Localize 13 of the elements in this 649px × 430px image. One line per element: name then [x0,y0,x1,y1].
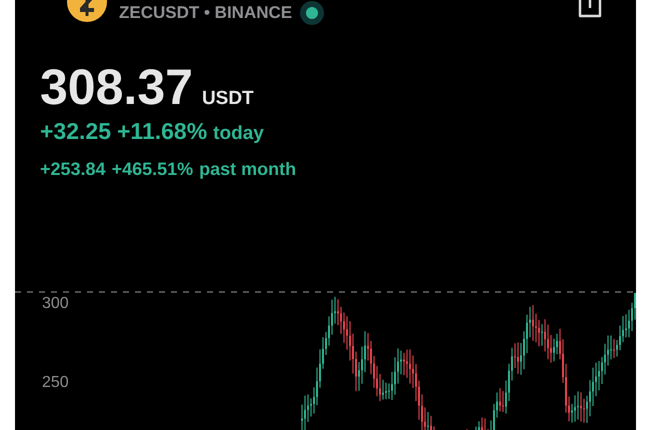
price-unit: USDT [202,88,254,110]
change-amount: +32.25 [40,118,111,145]
change-period: today [213,123,264,145]
share-icon[interactable] [577,0,603,18]
change-amount: +253.84 [40,159,106,180]
market-symbol: ZECUSDT • BINANCE [119,3,292,23]
price-value: 308.37 [40,58,193,116]
change-period: past month [199,159,296,180]
axis-label: 250 [42,374,69,392]
change-percent: +465.51% [112,159,194,180]
axis-label: 300 [42,295,69,313]
status-dot-icon [300,1,324,25]
change-percent: +11.68% [117,118,208,145]
